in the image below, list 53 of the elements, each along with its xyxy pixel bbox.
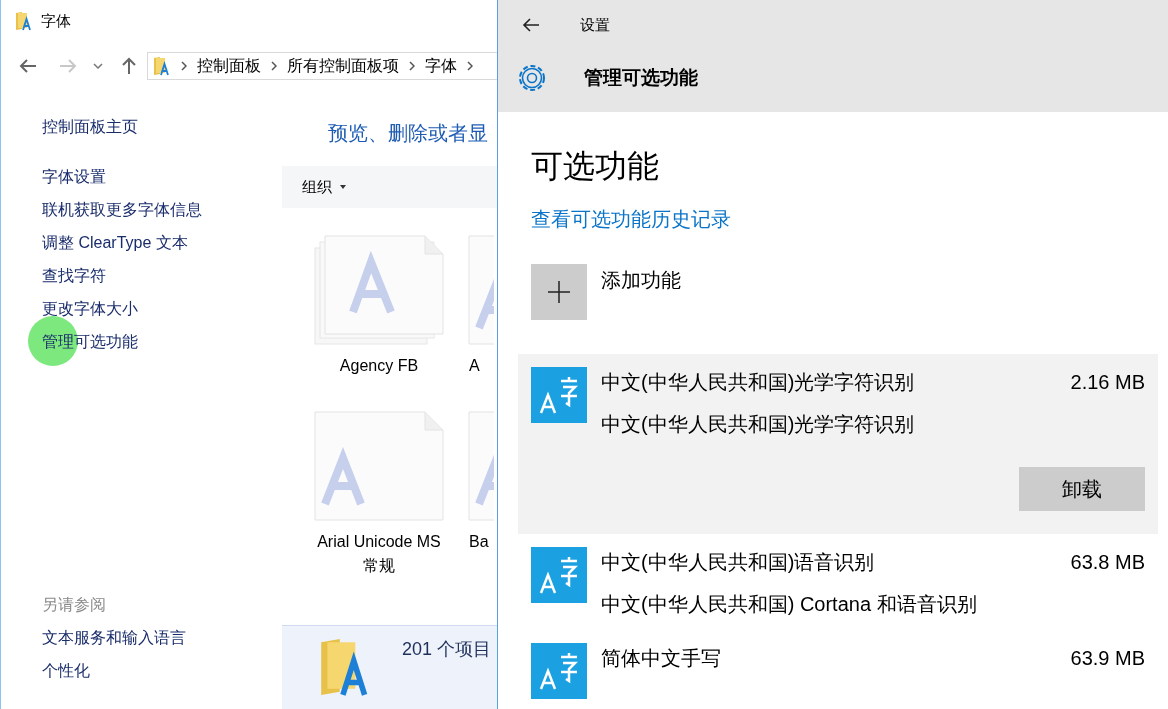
chevron-right-icon	[409, 61, 415, 71]
font-name[interactable]: A	[467, 354, 480, 378]
feature-row[interactable]: 中文(中华人民共和国)光学字符识别 2.16 MB 中文(中华人民共和国)光学字符识别 卸载	[518, 354, 1158, 534]
up-arrow-icon[interactable]	[121, 57, 137, 75]
app-title: 设置	[580, 14, 610, 35]
dropdown-chevron-icon[interactable]	[93, 63, 103, 69]
feature-size: 63.9 MB	[1070, 646, 1145, 671]
feature-size: 63.8 MB	[1070, 550, 1145, 575]
font-name[interactable]: Ba	[467, 530, 489, 554]
page-heading: 预览、删除或者显	[327, 121, 489, 146]
font-name[interactable]: Arial Unicode MS 常规	[314, 530, 444, 578]
feature-row[interactable]: 中文(中华人民共和国)语音识别 63.8 MB 中文(中华人民共和国) Cortana 和语音识别	[518, 534, 1158, 630]
sidebar-link[interactable]: 更改字体大小	[42, 296, 138, 321]
organize-menu[interactable]: 组织	[302, 175, 332, 199]
feature-name: 中文(中华人民共和国)语音识别	[601, 550, 875, 575]
language-icon	[531, 643, 587, 699]
add-feature-label[interactable]: 添加功能	[601, 265, 681, 295]
chevron-right-icon	[181, 61, 187, 71]
address-bar[interactable]: 控制面板 所有控制面板项 字体	[147, 52, 497, 80]
caret-icon	[340, 185, 346, 189]
font-folder-icon	[15, 11, 33, 31]
sidebar-link[interactable]: 控制面板主页	[42, 114, 138, 139]
breadcrumb-item[interactable]: 所有控制面板项	[287, 54, 399, 78]
language-icon	[531, 547, 587, 603]
page-title: 管理可选功能	[584, 65, 698, 90]
feature-name: 中文(中华人民共和国)光学字符识别	[601, 370, 915, 395]
feature-name: 简体中文手写	[601, 646, 721, 671]
plus-icon	[547, 280, 571, 304]
sidebar-link[interactable]: 文本服务和输入语言	[42, 621, 282, 654]
item-count: 201 个项目	[402, 638, 492, 661]
see-also-title: 另请参阅	[42, 594, 107, 615]
feature-row[interactable]: 简体中文手写 63.9 MB	[518, 630, 1158, 709]
history-link[interactable]: 查看可选功能历史记录	[531, 204, 731, 234]
sidebar-link[interactable]: 个性化	[42, 654, 282, 687]
sidebar-link[interactable]: 联机获取更多字体信息	[42, 197, 202, 222]
font-name[interactable]: Agency FB	[314, 354, 444, 378]
feature-description: 中文(中华人民共和国) Cortana 和语音识别	[601, 592, 978, 617]
font-folder-icon	[153, 56, 171, 76]
feature-size: 2.16 MB	[1070, 370, 1145, 395]
breadcrumb-item[interactable]: 字体	[425, 54, 457, 78]
uninstall-button[interactable]: 卸载	[1019, 467, 1145, 511]
chevron-right-icon	[467, 61, 473, 71]
sidebar-link[interactable]: 调整 ClearType 文本	[42, 230, 188, 255]
chevron-right-icon	[271, 61, 277, 71]
feature-description: 中文(中华人民共和国)光学字符识别	[601, 412, 916, 437]
sidebar-link[interactable]: 查找字符	[42, 263, 106, 288]
window-title: 字体	[41, 10, 71, 31]
language-icon	[531, 367, 587, 423]
breadcrumb-item[interactable]: 控制面板	[197, 54, 261, 78]
sidebar-link[interactable]: 字体设置	[42, 164, 106, 189]
section-heading: 可选功能	[531, 147, 660, 186]
add-feature-button[interactable]	[531, 264, 587, 320]
back-arrow-icon[interactable]	[522, 17, 540, 33]
